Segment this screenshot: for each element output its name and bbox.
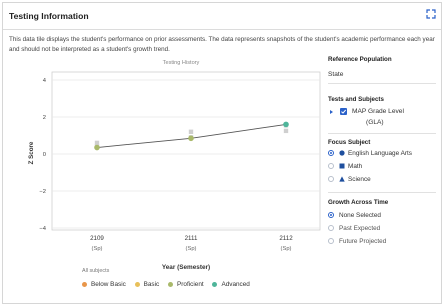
circle-symbol-icon — [339, 150, 345, 156]
x-tick-sublabel: (Sp) — [92, 246, 103, 252]
caret-right-icon[interactable] — [330, 109, 333, 114]
radio-unselected[interactable] — [328, 163, 334, 170]
legend-item-basic: Basic — [134, 281, 159, 288]
plot-frame — [51, 71, 321, 231]
y-tick-label: 2 — [43, 115, 46, 121]
data-point[interactable] — [94, 144, 100, 151]
x-tick-labels: 2109 (Sp) 2111 (Sp) 2112 (Sp) — [90, 235, 293, 252]
y-tick-labels: 4 2 0 −2 −4 — [39, 78, 46, 232]
growth-option-none[interactable]: None Selected — [328, 211, 381, 221]
chart-legend: Below Basic Basic Proficient Advanced — [82, 281, 257, 288]
reference-population-title: Reference Population — [328, 56, 392, 63]
growth-option-past[interactable]: Past Expected — [328, 224, 380, 234]
x-tick-label: 2111 — [185, 235, 198, 242]
data-point[interactable] — [283, 121, 289, 128]
data-point[interactable] — [188, 135, 194, 142]
test-item-sublabel: (GLA) — [366, 119, 384, 126]
radio-unselected[interactable] — [328, 238, 334, 245]
x-tick-sublabel: (Sp) — [186, 246, 197, 252]
grey-marker — [188, 129, 194, 134]
chart-title: Testing History — [163, 60, 200, 66]
focus-option-math[interactable]: Math — [328, 162, 362, 172]
grey-marker — [283, 128, 289, 134]
focus-subject-section: Focus Subject English Language Arts Math… — [328, 139, 438, 183]
x-tick-label: 2112 — [279, 235, 293, 242]
focus-option-science[interactable]: Science — [328, 175, 371, 185]
focus-option-ela[interactable]: English Language Arts — [328, 149, 412, 159]
radio-unselected[interactable] — [328, 225, 334, 232]
legend-item-advanced: Advanced — [212, 281, 250, 288]
radio-selected[interactable] — [328, 150, 334, 157]
reference-population-value: State — [328, 71, 344, 78]
checkbox-checked[interactable] — [340, 108, 347, 115]
x-axis-label: Year (Semester) — [162, 264, 210, 271]
y-tick-label: 0 — [43, 152, 46, 158]
test-item-map[interactable]: MAP Grade Level — [330, 108, 404, 115]
all-subjects-label: All subjects — [82, 268, 110, 274]
legend-item-below-basic: Below Basic — [82, 281, 126, 288]
growth-section: Growth Across Time None Selected Past Ex… — [328, 199, 438, 245]
triangle-symbol-icon — [339, 176, 345, 182]
series-points — [94, 121, 289, 151]
test-item-label: MAP Grade Level — [352, 108, 404, 115]
focus-subject-title: Focus Subject — [328, 139, 371, 146]
radio-selected[interactable] — [328, 212, 334, 219]
divider — [328, 83, 436, 84]
x-tick-label: 2109 — [90, 235, 104, 242]
reference-population-section: Reference Population State — [328, 56, 438, 78]
divider — [328, 192, 436, 193]
growth-option-future[interactable]: Future Projected — [328, 237, 386, 247]
grid-lines — [52, 79, 320, 229]
legend-item-proficient: Proficient — [168, 281, 204, 288]
square-symbol-icon — [339, 163, 345, 169]
y-tick-label: −2 — [39, 189, 46, 195]
tests-subjects-title: Tests and Subjects — [328, 96, 384, 103]
divider — [328, 133, 436, 134]
y-tick-label: 4 — [43, 78, 47, 84]
x-tick-sublabel: (Sp) — [281, 246, 292, 252]
y-tick-label: −4 — [39, 226, 46, 232]
radio-unselected[interactable] — [328, 176, 334, 183]
tests-subjects-section: Tests and Subjects MAP Grade Level (GLA) — [328, 96, 438, 126]
growth-title: Growth Across Time — [328, 199, 389, 206]
y-axis-label: Z Score — [28, 141, 35, 164]
